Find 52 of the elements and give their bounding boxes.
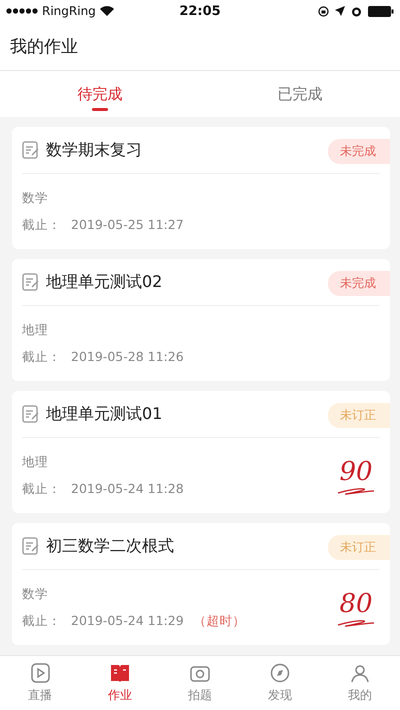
tab[interactable]: 已完成 [200,71,400,117]
status-tag: 未订正 [328,535,390,560]
tab[interactable]: 待完成 [0,71,200,117]
score: 80 [339,588,373,618]
subject-label: 数学 [22,586,49,602]
deadline-time: 2019-05-25 11:27 [71,216,184,234]
nav-tab[interactable]: 拍题 [160,656,240,710]
document-edit-icon [22,141,40,159]
assignment-title: 地理单元测试02 [46,272,162,292]
page-title: 我的作业 [10,36,78,58]
assignment-card[interactable]: 初三数学二次根式 未订正 数学 截止： 2019-05-24 11:29 （超时） 80 [12,523,390,645]
subject-label: 数学 [22,190,49,206]
status-tag: 未完成 [328,271,390,296]
subject-label: 地理 [22,322,49,338]
nav-tab[interactable]: 我的 [320,656,400,710]
deadline-time: 2019-05-28 11:26 [71,348,184,366]
deadline-time: 2019-05-24 11:28 [71,480,184,498]
wifi-icon [100,6,114,16]
document-edit-icon [22,273,40,291]
book-icon [109,662,131,684]
deadline-label: 截止： [22,612,61,630]
assignment-title: 初三数学二次根式 [46,536,174,556]
alarm-icon [351,6,362,16]
location-icon [335,6,346,16]
deadline-label: 截止： [22,480,61,498]
assignment-card[interactable]: 地理单元测试01 未订正 地理 截止： 2019-05-24 11:28 90 [12,391,390,513]
status-time: 22:05 [179,4,221,18]
compass-icon [269,662,291,684]
nav-tab[interactable]: 发现 [240,656,320,710]
assignment-title: 地理单元测试01 [46,404,162,424]
document-edit-icon [22,537,40,555]
deadline-label: 截止： [22,216,61,234]
nav-tab[interactable]: 作业 [80,656,160,710]
nav-tab[interactable]: 直播 [0,656,80,710]
subject-label: 地理 [22,454,49,470]
status-tag: 未完成 [328,139,390,164]
document-edit-icon [22,405,40,423]
battery-icon [368,6,394,16]
score: 90 [339,456,373,486]
underline-scribble-icon [336,486,376,494]
rotation-lock-icon [318,6,330,16]
signal-icon [6,8,38,14]
assignment-title: 数学期末复习 [46,140,142,160]
overdue-label: （超时） [194,612,246,630]
deadline-label: 截止： [22,348,61,366]
deadline-time: 2019-05-24 11:29 [71,612,184,630]
assignment-card[interactable]: 地理单元测试02 未完成 地理 截止： 2019-05-28 11:26 [12,259,390,381]
play-icon [29,662,51,684]
carrier-name: RingRing [42,4,96,18]
assignment-card[interactable]: 数学期末复习 未完成 数学 截止： 2019-05-25 11:27 [12,127,390,249]
status-tag: 未订正 [328,403,390,428]
underline-scribble-icon [336,618,376,626]
